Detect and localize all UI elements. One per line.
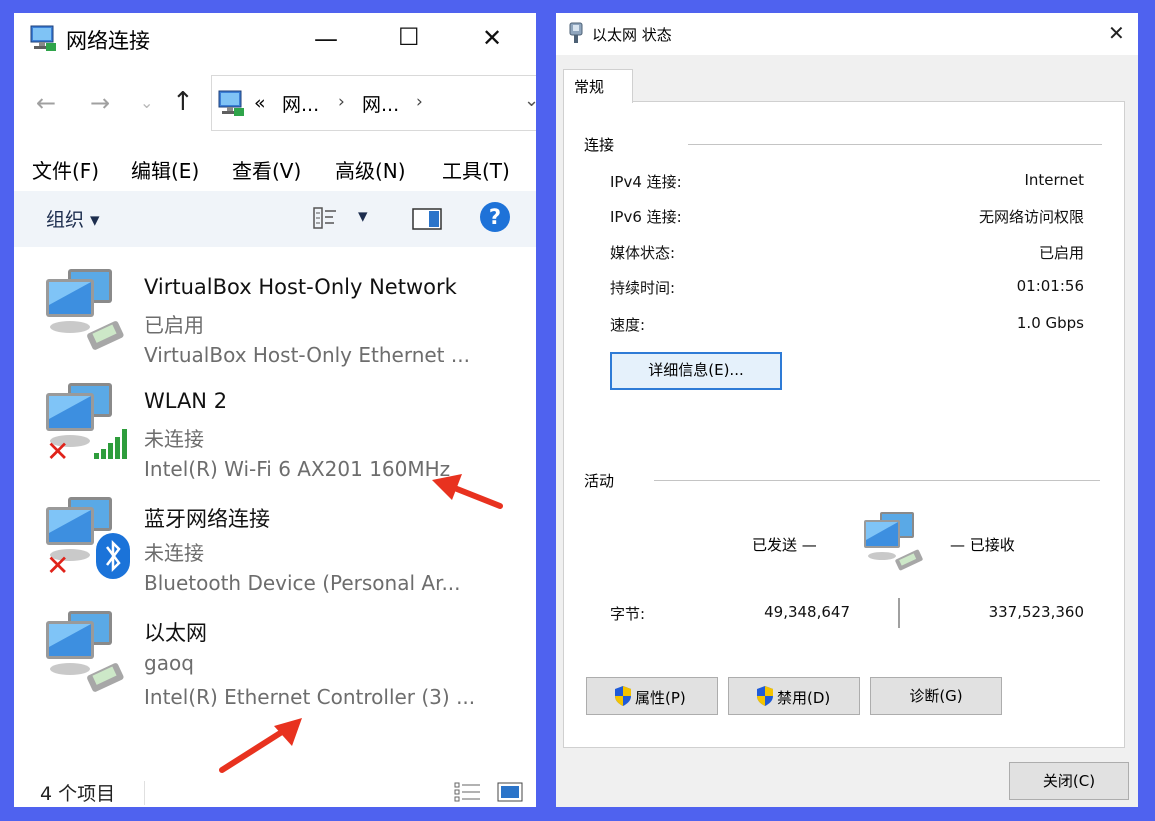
group-divider [688, 144, 1102, 145]
ethernet-plug-icon [568, 22, 584, 44]
annotation-arrow-wlan [432, 474, 503, 509]
details-button[interactable]: 详细信息(E)... [610, 352, 782, 390]
network-activity-icon [862, 510, 932, 572]
speed-label: 速度: [610, 316, 646, 334]
ipv6-value: 无网络访问权限 [978, 208, 1084, 226]
sent-label: 已发送 — [752, 536, 817, 554]
properties-button[interactable]: 属性(P) [586, 677, 718, 715]
media-state-label: 媒体状态: [610, 244, 676, 262]
uac-shield-icon [613, 685, 633, 707]
activity-group-label: 活动 [584, 472, 615, 490]
diagnose-button[interactable]: 诊断(G) [870, 677, 1002, 715]
dialog-close-button[interactable]: ✕ [1108, 21, 1125, 45]
disable-label: 禁用(D) [777, 689, 831, 707]
general-panel: 连接 IPv4 连接: Internet IPv6 连接: 无网络访问权限 媒体… [563, 101, 1125, 748]
ipv6-label: IPv6 连接: [610, 208, 682, 226]
ipv4-value: Internet [1024, 171, 1084, 189]
duration-label: 持续时间: [610, 279, 676, 297]
properties-label: 属性(P) [635, 689, 686, 707]
uac-shield-icon [755, 685, 775, 707]
received-label: — 已接收 [950, 536, 1015, 554]
group-divider [654, 480, 1100, 481]
disable-button[interactable]: 禁用(D) [728, 677, 860, 715]
ipv4-label: IPv4 连接: [610, 173, 682, 191]
annotation-arrow-ethernet [219, 718, 302, 773]
speed-value: 1.0 Gbps [1016, 314, 1084, 332]
bytes-divider [898, 598, 900, 628]
ethernet-status-dialog: 以太网 状态 ✕ 常规 连接 IPv4 连接: Internet IPv6 连接… [556, 13, 1138, 807]
dialog-title: 以太网 状态 [592, 26, 672, 44]
media-state-value: 已启用 [1038, 244, 1084, 262]
bytes-sent: 49,348,647 [764, 603, 850, 621]
bytes-label: 字节: [610, 605, 646, 623]
connection-group-label: 连接 [584, 136, 615, 154]
bytes-received: 337,523,360 [988, 603, 1084, 621]
duration-value: 01:01:56 [1016, 277, 1084, 295]
tab-general[interactable]: 常规 [563, 69, 633, 103]
close-dialog-button[interactable]: 关闭(C) [1009, 762, 1129, 800]
